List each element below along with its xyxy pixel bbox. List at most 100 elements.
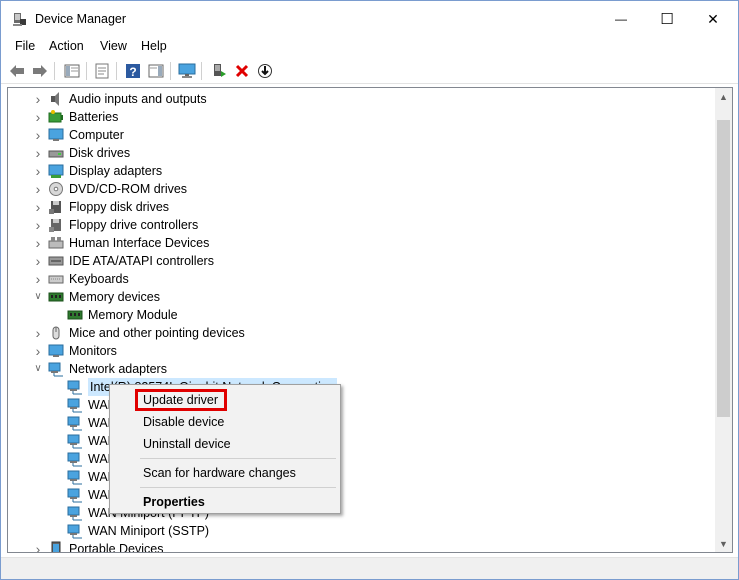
forward-button[interactable]: [30, 61, 50, 81]
minimize-button[interactable]: —: [598, 1, 644, 37]
chevron-right-icon[interactable]: ›: [33, 540, 43, 552]
chevron-down-icon[interactable]: ∨: [33, 288, 43, 306]
display-adapter-icon: [48, 164, 64, 178]
tree-item-label: Memory devices: [69, 290, 160, 304]
dvd-icon: [49, 182, 63, 196]
tree-item-label: Network adapters: [69, 362, 167, 376]
tree-category-row[interactable]: › Floppy disk drives: [8, 198, 718, 216]
show-hide-console-tree-icon: [64, 64, 80, 78]
menu-bar: File Action View Help: [1, 37, 738, 57]
tree-category-row[interactable]: › Mice and other pointing devices: [8, 324, 718, 342]
portable-device-icon: [51, 541, 61, 552]
properties-icon: [95, 63, 109, 79]
tree-category-row[interactable]: › Portable Devices: [8, 540, 718, 552]
mouse-icon: [52, 326, 60, 340]
network-adapter-icon: [67, 524, 82, 539]
device-manager-window: Device Manager — ☐ ✕ File Action View He…: [0, 0, 739, 580]
maximize-icon: ☐: [660, 11, 674, 28]
minimize-icon: —: [615, 12, 627, 26]
device-manager-app-icon: [13, 13, 26, 26]
chevron-right-icon[interactable]: ›: [33, 90, 43, 108]
tree-item-label: DVD/CD-ROM drives: [69, 182, 188, 196]
action-pane-icon: [148, 64, 164, 78]
tree-category-row[interactable]: › IDE ATA/ATAPI controllers: [8, 252, 718, 270]
scan-hardware-toolbar-button[interactable]: [255, 61, 275, 81]
menu-action[interactable]: Action: [49, 39, 84, 53]
help-button[interactable]: ?: [123, 61, 143, 81]
tree-category-row[interactable]: › Audio inputs and outputs: [8, 90, 718, 108]
menu-file[interactable]: File: [15, 39, 35, 53]
tree-category-row[interactable]: › Human Interface Devices: [8, 234, 718, 252]
tree-device-row[interactable]: Memory Module: [8, 306, 718, 324]
ctx-scan-hardware[interactable]: Scan for hardware changes: [110, 462, 340, 484]
network-adapter-icon: [48, 362, 63, 377]
tree-item-label: Human Interface Devices: [69, 236, 210, 250]
chevron-right-icon[interactable]: ›: [33, 198, 43, 216]
monitor-button[interactable]: [177, 61, 197, 81]
update-driver-toolbar-button[interactable]: [209, 61, 229, 81]
uninstall-toolbar-button[interactable]: [232, 61, 252, 81]
monitor-icon: [48, 344, 64, 357]
network-adapter-icon: [67, 470, 82, 485]
chevron-down-icon[interactable]: ∨: [33, 360, 43, 378]
hid-icon: [48, 237, 64, 249]
maximize-button[interactable]: ☐: [644, 1, 690, 37]
ctx-uninstall-device[interactable]: Uninstall device: [110, 433, 340, 455]
ctx-separator: [140, 487, 336, 488]
scrollbar-thumb[interactable]: [717, 120, 730, 417]
tree-category-row[interactable]: › Monitors: [8, 342, 718, 360]
action-pane-button[interactable]: [146, 61, 166, 81]
network-adapter-icon: [67, 416, 82, 431]
console-tree-button[interactable]: [62, 61, 82, 81]
tree-item-label: WAN Miniport (SSTP): [88, 524, 210, 538]
tree-category-row[interactable]: › DVD/CD-ROM drives: [8, 180, 718, 198]
chevron-right-icon[interactable]: ›: [33, 162, 43, 180]
properties-button[interactable]: [92, 61, 112, 81]
floppy-disk-icon: [49, 201, 61, 214]
menu-view[interactable]: View: [100, 39, 127, 53]
menu-help[interactable]: Help: [141, 39, 167, 53]
chevron-right-icon[interactable]: ›: [33, 252, 43, 270]
ctx-disable-device[interactable]: Disable device: [110, 411, 340, 433]
tree-category-row[interactable]: › Display adapters: [8, 162, 718, 180]
tree-device-row[interactable]: WAN Miniport (SSTP): [8, 522, 718, 540]
chevron-right-icon[interactable]: ›: [33, 108, 43, 126]
close-button[interactable]: ✕: [690, 1, 736, 37]
tree-item-label: Keyboards: [69, 272, 129, 286]
tree-category-row[interactable]: › Batteries: [8, 108, 718, 126]
chevron-right-icon[interactable]: ›: [33, 270, 43, 288]
floppy-controller-icon: [49, 219, 61, 232]
computer-icon: [48, 128, 64, 141]
chevron-right-icon[interactable]: ›: [33, 216, 43, 234]
scroll-up-icon[interactable]: ▲: [715, 88, 732, 105]
tree-item-label: Audio inputs and outputs: [69, 92, 207, 106]
vertical-scrollbar[interactable]: ▲ ▼: [715, 88, 732, 552]
ide-controller-icon: [48, 256, 64, 266]
status-bar: [1, 557, 738, 579]
tree-category-row[interactable]: › Disk drives: [8, 144, 718, 162]
scroll-down-icon[interactable]: ▼: [715, 535, 732, 552]
tree-category-row[interactable]: ∨ Memory devices: [8, 288, 718, 306]
back-button[interactable]: [7, 61, 27, 81]
context-menu: Update driver Disable device Uninstall d…: [109, 384, 341, 514]
chevron-right-icon[interactable]: ›: [33, 342, 43, 360]
scan-hardware-icon: [258, 64, 272, 78]
tree-category-row[interactable]: › Keyboards: [8, 270, 718, 288]
disk-drive-icon: [48, 150, 64, 158]
network-adapter-icon: [67, 434, 82, 449]
memory-icon: [48, 292, 64, 302]
update-driver-highlight: [135, 389, 227, 411]
speaker-icon: [51, 92, 59, 106]
tree-item-label: Floppy drive controllers: [69, 218, 199, 232]
tree-category-row[interactable]: › Floppy drive controllers: [8, 216, 718, 234]
help-icon: ?: [126, 64, 140, 79]
chevron-right-icon[interactable]: ›: [33, 126, 43, 144]
chevron-right-icon[interactable]: ›: [33, 144, 43, 162]
chevron-right-icon[interactable]: ›: [33, 324, 43, 342]
chevron-right-icon[interactable]: ›: [33, 234, 43, 252]
tree-item-label: IDE ATA/ATAPI controllers: [69, 254, 214, 268]
tree-category-row[interactable]: ∨ Network adapters: [8, 360, 718, 378]
ctx-properties[interactable]: Properties: [110, 491, 340, 513]
chevron-right-icon[interactable]: ›: [33, 180, 43, 198]
tree-category-row[interactable]: › Computer: [8, 126, 718, 144]
